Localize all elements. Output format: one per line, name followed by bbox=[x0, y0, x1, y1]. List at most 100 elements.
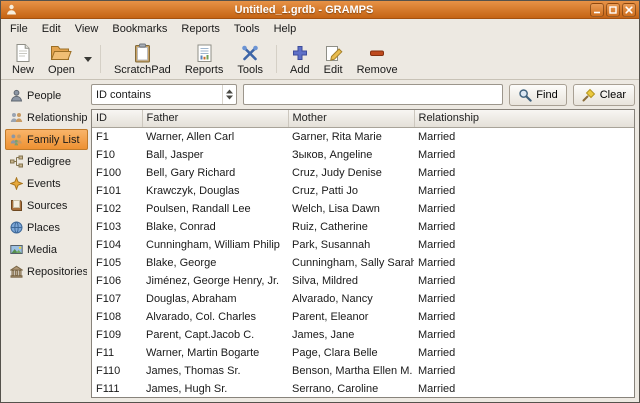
toolbar-edit-button[interactable]: Edit bbox=[317, 42, 350, 77]
cell-mother: Welch, Lisa Dawn bbox=[288, 200, 414, 218]
filter-input[interactable] bbox=[243, 84, 503, 105]
toolbar-add-button[interactable]: Add bbox=[283, 42, 317, 77]
table-row[interactable]: F109Parent, Capt.Jacob C.James, JaneMarr… bbox=[92, 326, 634, 344]
table-row[interactable]: F105Blake, GeorgeCunningham, Sally Sarah… bbox=[92, 254, 634, 272]
cell-id: F106 bbox=[92, 272, 142, 290]
menu-tools[interactable]: Tools bbox=[227, 20, 267, 38]
close-button[interactable] bbox=[622, 3, 636, 17]
sidebar-item-family-list[interactable]: Family List bbox=[5, 129, 88, 150]
pedigree-icon bbox=[10, 155, 23, 168]
column-header-father[interactable]: Father bbox=[142, 110, 288, 127]
cell-id: F104 bbox=[92, 236, 142, 254]
sidebar-item-label: Family List bbox=[27, 134, 80, 146]
toolbar-add-label: Add bbox=[290, 64, 310, 76]
sources-icon bbox=[10, 199, 23, 212]
cell-relationship: Married bbox=[414, 362, 634, 380]
cell-id: F100 bbox=[92, 164, 142, 182]
toolbar-separator bbox=[100, 45, 101, 73]
cell-father: Krawczyk, Douglas bbox=[142, 182, 288, 200]
toolbar: New Open ScratchPad Reports Tools Add Edit Remo… bbox=[1, 39, 639, 80]
sidebar-item-relationships[interactable]: Relationships bbox=[5, 107, 88, 128]
toolbar-reports-button[interactable]: Reports bbox=[178, 42, 231, 77]
open-folder-icon bbox=[50, 43, 72, 63]
remove-icon bbox=[368, 43, 386, 63]
sidebar-item-label: Sources bbox=[27, 200, 67, 212]
menu-view[interactable]: View bbox=[68, 20, 106, 38]
toolbar-scratchpad-button[interactable]: ScratchPad bbox=[107, 42, 178, 77]
sidebar-item-people[interactable]: People bbox=[5, 85, 88, 106]
toolbar-new-label: New bbox=[12, 64, 34, 76]
table-row[interactable]: F110James, Thomas Sr.Benson, Martha Elle… bbox=[92, 362, 634, 380]
cell-id: F108 bbox=[92, 308, 142, 326]
table-row[interactable]: F106Jiménez, George Henry, Jr.Silva, Mil… bbox=[92, 272, 634, 290]
table-row[interactable]: F102Poulsen, Randall LeeWelch, Lisa Dawn… bbox=[92, 200, 634, 218]
titlebar[interactable]: Untitled_1.grdb - GRAMPS bbox=[1, 1, 639, 19]
table-row[interactable]: F107Douglas, AbrahamAlvarado, NancyMarri… bbox=[92, 290, 634, 308]
cell-mother: Alvarado, Nancy bbox=[288, 290, 414, 308]
toolbar-new-button[interactable]: New bbox=[5, 42, 41, 77]
menu-bookmarks[interactable]: Bookmarks bbox=[105, 20, 174, 38]
cell-relationship: Married bbox=[414, 326, 634, 344]
sidebar-item-label: Media bbox=[27, 244, 57, 256]
cell-father: Alvarado, Col. Charles bbox=[142, 308, 288, 326]
find-button[interactable]: Find bbox=[509, 84, 566, 106]
cell-father: James, Hugh Sr. bbox=[142, 380, 288, 398]
toolbar-tools-button[interactable]: Tools bbox=[230, 42, 270, 77]
table-row[interactable]: F100Bell, Gary RichardCruz, Judy DeniseM… bbox=[92, 164, 634, 182]
cell-id: F101 bbox=[92, 182, 142, 200]
sidebar-item-places[interactable]: Places bbox=[5, 217, 88, 238]
menu-file[interactable]: File bbox=[3, 20, 35, 38]
relationships-icon bbox=[10, 111, 23, 124]
toolbar-remove-button[interactable]: Remove bbox=[350, 42, 405, 77]
app-icon bbox=[4, 3, 18, 17]
cell-id: F107 bbox=[92, 290, 142, 308]
cell-id: F10 bbox=[92, 146, 142, 164]
cell-id: F1 bbox=[92, 127, 142, 146]
cell-id: F105 bbox=[92, 254, 142, 272]
toolbar-tools-label: Tools bbox=[237, 64, 263, 76]
sidebar-item-pedigree[interactable]: Pedigree bbox=[5, 151, 88, 172]
cell-mother: Parent, Eleanor bbox=[288, 308, 414, 326]
clear-button[interactable]: Clear bbox=[573, 84, 635, 106]
sidebar-item-events[interactable]: Events bbox=[5, 173, 88, 194]
table-row[interactable]: F108Alvarado, Col. CharlesParent, Eleano… bbox=[92, 308, 634, 326]
combo-arrows-icon bbox=[222, 85, 236, 104]
cell-relationship: Married bbox=[414, 200, 634, 218]
toolbar-remove-label: Remove bbox=[357, 64, 398, 76]
cell-relationship: Married bbox=[414, 164, 634, 182]
column-header-mother[interactable]: Mother bbox=[288, 110, 414, 127]
scratchpad-icon bbox=[134, 43, 151, 63]
table-row[interactable]: F10Ball, JasperЗыков, AngelineMarried bbox=[92, 146, 634, 164]
cell-relationship: Married bbox=[414, 254, 634, 272]
menu-help[interactable]: Help bbox=[267, 20, 304, 38]
edit-icon bbox=[324, 43, 343, 63]
table-row[interactable]: F101Krawczyk, DouglasCruz, Patti JoMarri… bbox=[92, 182, 634, 200]
table-row[interactable]: F111James, Hugh Sr.Serrano, CarolineMarr… bbox=[92, 380, 634, 398]
main-panel: ID contains Find Clear I bbox=[91, 83, 635, 398]
menu-edit[interactable]: Edit bbox=[35, 20, 68, 38]
media-icon bbox=[10, 243, 23, 256]
sidebar-item-repositories[interactable]: Repositories bbox=[5, 261, 88, 282]
sidebar-item-media[interactable]: Media bbox=[5, 239, 88, 260]
maximize-button[interactable] bbox=[606, 3, 620, 17]
toolbar-reports-label: Reports bbox=[185, 64, 224, 76]
table-row[interactable]: F1Warner, Allen CarlGarner, Rita MarieMa… bbox=[92, 127, 634, 146]
menu-reports[interactable]: Reports bbox=[174, 20, 227, 38]
table-row[interactable]: F11Warner, Martin BogartePage, Clara Bel… bbox=[92, 344, 634, 362]
gramps-window: Untitled_1.grdb - GRAMPS FileEditViewBoo… bbox=[0, 0, 640, 403]
column-header-relationship[interactable]: Relationship bbox=[414, 110, 634, 127]
open-dropdown-arrow[interactable] bbox=[82, 43, 94, 75]
filter-field-value: ID contains bbox=[92, 89, 222, 101]
toolbar-open-button[interactable]: Open bbox=[41, 42, 82, 77]
sidebar-item-sources[interactable]: Sources bbox=[5, 195, 88, 216]
cell-mother: Serrano, Caroline bbox=[288, 380, 414, 398]
cell-id: F111 bbox=[92, 380, 142, 398]
filter-field-select[interactable]: ID contains bbox=[91, 84, 237, 105]
table-row[interactable]: F104Cunningham, William PhilipPark, Susa… bbox=[92, 236, 634, 254]
cell-father: Blake, Conrad bbox=[142, 218, 288, 236]
table-row[interactable]: F103Blake, ConradRuiz, CatherineMarried bbox=[92, 218, 634, 236]
minimize-button[interactable] bbox=[590, 3, 604, 17]
content-area: PeopleRelationships Family List PedigreeEv… bbox=[1, 80, 639, 402]
sidebar-item-label: Repositories bbox=[27, 266, 88, 278]
column-header-id[interactable]: ID bbox=[92, 110, 142, 127]
